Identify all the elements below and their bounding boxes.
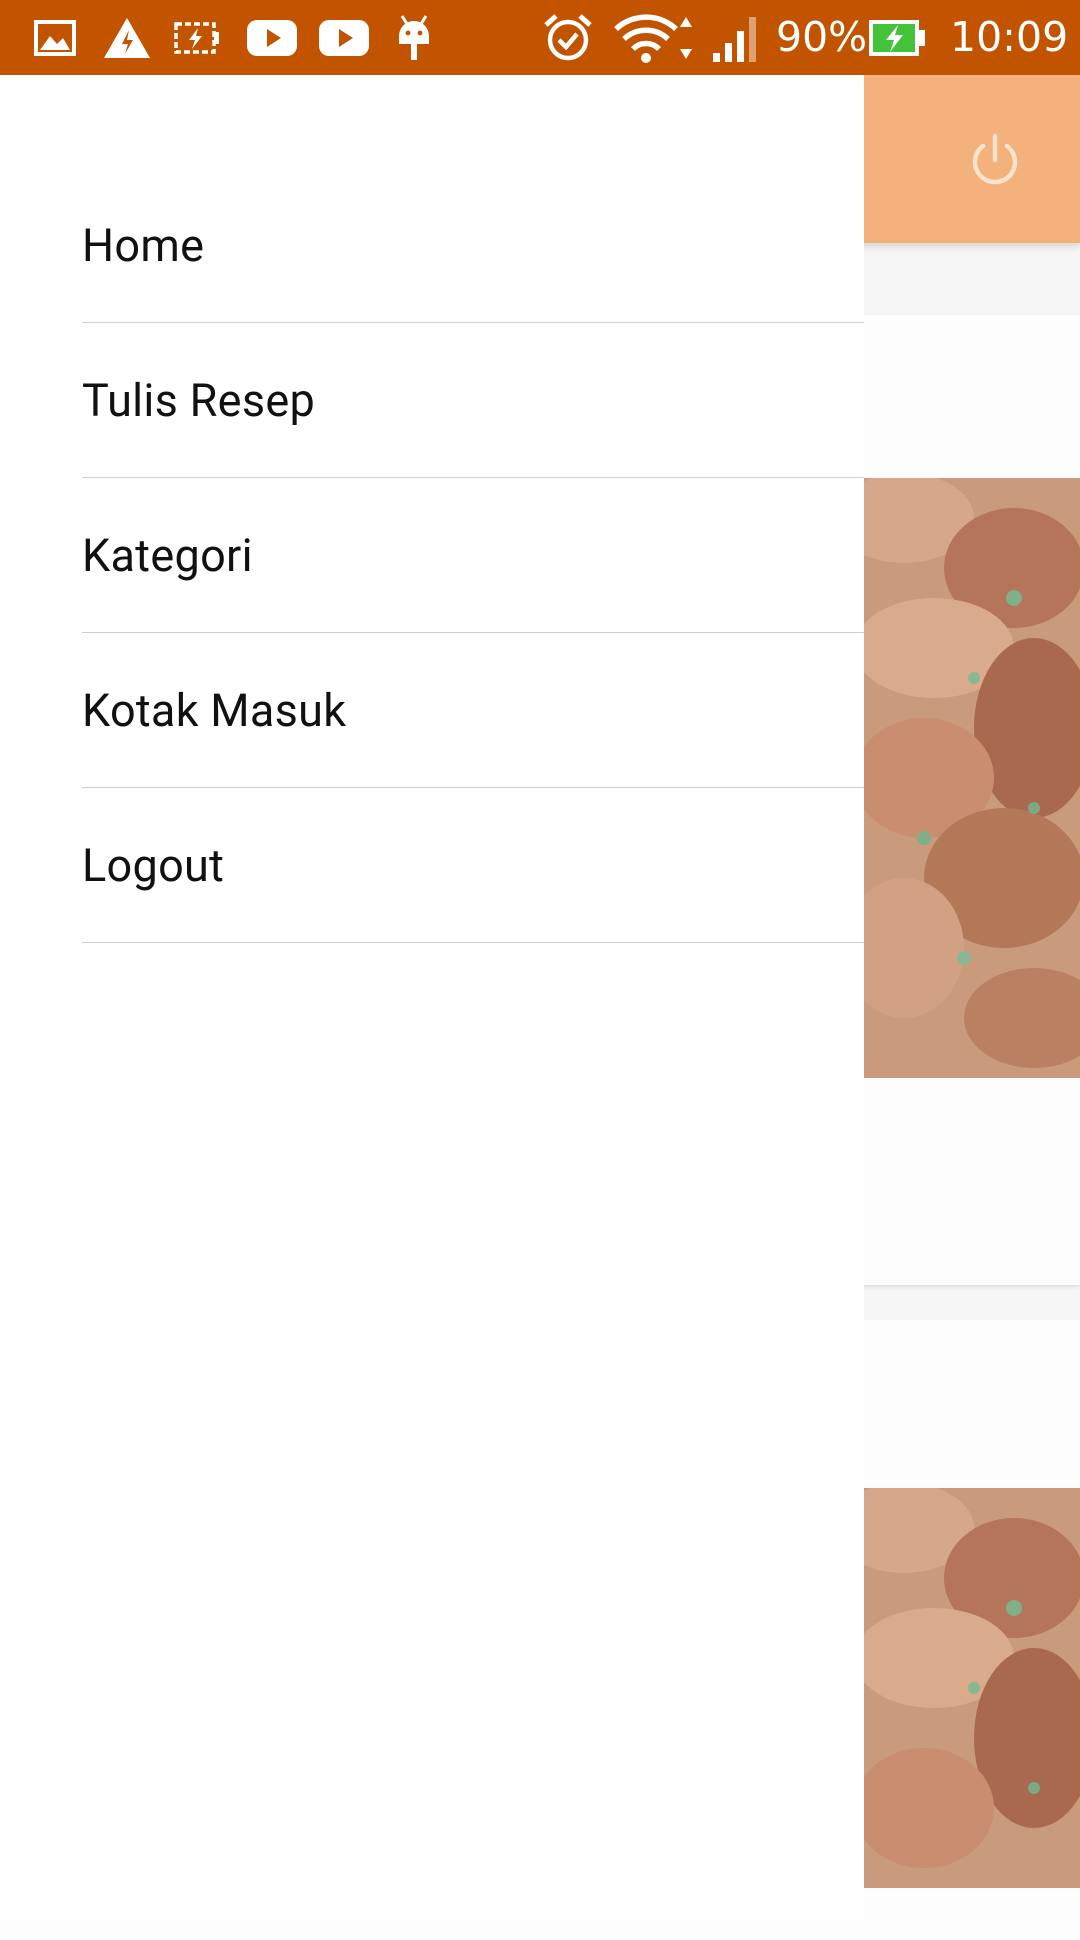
menu-item-label: Kotak Masuk — [82, 683, 347, 737]
menu-item-home[interactable]: Home — [82, 168, 864, 323]
menu-item-kotak-masuk[interactable]: Kotak Masuk — [82, 633, 864, 788]
battery-percent: 90% — [776, 13, 868, 61]
gallery-icon — [30, 10, 80, 66]
menu-item-tulis-resep[interactable]: Tulis Resep — [82, 323, 864, 478]
battery-charging-icon — [866, 10, 928, 66]
signal-icon — [710, 10, 764, 66]
menu-item-logout[interactable]: Logout — [82, 788, 864, 943]
power-icon[interactable] — [960, 125, 1030, 195]
battery-saver-icon — [172, 10, 222, 66]
navigation-drawer: Home Tulis Resep Kategori Kotak Masuk Lo… — [0, 75, 864, 1920]
status-bar: 90% 10:09 — [0, 0, 1080, 75]
youtube-icon — [316, 10, 372, 66]
menu-item-label: Logout — [82, 838, 225, 892]
clock: 10:09 — [950, 13, 1069, 61]
wifi-icon — [612, 10, 696, 66]
recipe-image — [864, 478, 1080, 1078]
recipe-image — [864, 1488, 1080, 1888]
menu-item-label: Home — [82, 218, 205, 272]
menu-item-label: Kategori — [82, 528, 253, 582]
menu-item-kategori[interactable]: Kategori — [82, 478, 864, 633]
drawer-menu: Home Tulis Resep Kategori Kotak Masuk Lo… — [82, 168, 864, 943]
menu-item-label: Tulis Resep — [82, 373, 316, 427]
alarm-icon — [540, 10, 596, 66]
warning-icon — [100, 10, 154, 66]
youtube-icon — [244, 10, 300, 66]
android-debug-icon — [394, 10, 434, 66]
